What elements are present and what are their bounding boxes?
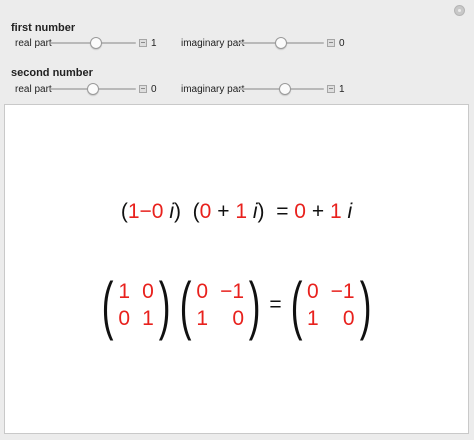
matrix-entry: 1 — [306, 307, 319, 330]
result-matrix: ( 0 −1 1 0 ) — [286, 269, 376, 341]
first-real-expand-button[interactable] — [139, 39, 147, 47]
second-operator: + — [217, 200, 230, 223]
options-gear-icon[interactable] — [454, 5, 465, 16]
first-operator: − — [139, 200, 152, 223]
result-operator: + — [311, 200, 325, 223]
right-paren: ) — [359, 269, 372, 341]
first-imaginary-term: 0 — [151, 200, 164, 223]
second-real-value: 0 — [151, 84, 157, 95]
output-panel: (1−0 i) (0 + 1 i) = 0 + 1 i ( 1 0 0 1 ) … — [4, 104, 469, 434]
left-paren: ( — [290, 269, 303, 341]
equals-sign: = — [276, 200, 289, 223]
first-number-heading: first number — [11, 22, 76, 34]
second-imaginary-expand-button[interactable] — [327, 85, 335, 93]
left-paren: ( — [179, 269, 192, 341]
matrix-entry: 0 — [342, 307, 355, 330]
second-imaginary-term: 1 — [235, 200, 247, 223]
first-imaginary-slider[interactable] — [238, 37, 324, 49]
matrix-entry: 1 — [118, 280, 131, 303]
second-real-label: real part — [15, 84, 52, 95]
second-matrix: ( 0 −1 1 0 ) — [175, 269, 265, 341]
close-paren: ) — [174, 200, 181, 223]
first-real-term: 1 — [127, 200, 140, 223]
first-real-label: real part — [15, 38, 52, 49]
matrix-entry: 1 — [142, 307, 154, 330]
first-matrix: ( 1 0 0 1 ) — [97, 269, 175, 341]
second-imaginary-label: imaginary part — [181, 84, 245, 95]
slider-thumb[interactable] — [275, 37, 287, 49]
result-imaginary-term: 1 — [329, 200, 342, 223]
second-real-slider[interactable] — [50, 83, 136, 95]
slider-thumb[interactable] — [90, 37, 102, 49]
matrix-entry: −1 — [220, 280, 245, 303]
result-real-term: 0 — [294, 200, 306, 223]
first-imaginary-value: 0 — [339, 38, 345, 49]
matrix-entry: 0 — [142, 280, 154, 303]
matrix-entry: 0 — [232, 307, 245, 330]
left-paren: ( — [101, 269, 114, 341]
close-paren: ) — [257, 200, 265, 223]
imaginary-unit: i — [347, 200, 353, 223]
second-real-term: 0 — [199, 200, 212, 223]
right-paren: ) — [248, 269, 261, 341]
second-imaginary-slider[interactable] — [238, 83, 324, 95]
matrix-entry: −1 — [330, 280, 355, 303]
first-imaginary-expand-button[interactable] — [327, 39, 335, 47]
second-real-expand-button[interactable] — [139, 85, 147, 93]
open-paren: ( — [192, 200, 200, 223]
open-paren: ( — [120, 200, 128, 223]
matrix-entry: 0 — [196, 280, 209, 303]
matrix-entry: 1 — [196, 307, 209, 330]
right-paren: ) — [158, 269, 171, 341]
matrix-entry: 0 — [306, 280, 319, 303]
second-imaginary-value: 1 — [339, 84, 345, 95]
second-number-heading: second number — [11, 67, 93, 79]
slider-thumb[interactable] — [279, 83, 291, 95]
matrix-product-expression: ( 1 0 0 1 ) ( 0 −1 1 0 ) = ( 0 −1 1 0) — [5, 269, 468, 341]
first-imaginary-label: imaginary part — [181, 38, 245, 49]
first-real-value: 1 — [151, 38, 157, 49]
first-real-slider[interactable] — [50, 37, 136, 49]
slider-thumb[interactable] — [87, 83, 99, 95]
matrix-entry: 0 — [118, 307, 131, 330]
complex-product-expression: (1−0 i) (0 + 1 i) = 0 + 1 i — [5, 200, 468, 224]
matrix-equals-sign: = — [269, 293, 282, 316]
